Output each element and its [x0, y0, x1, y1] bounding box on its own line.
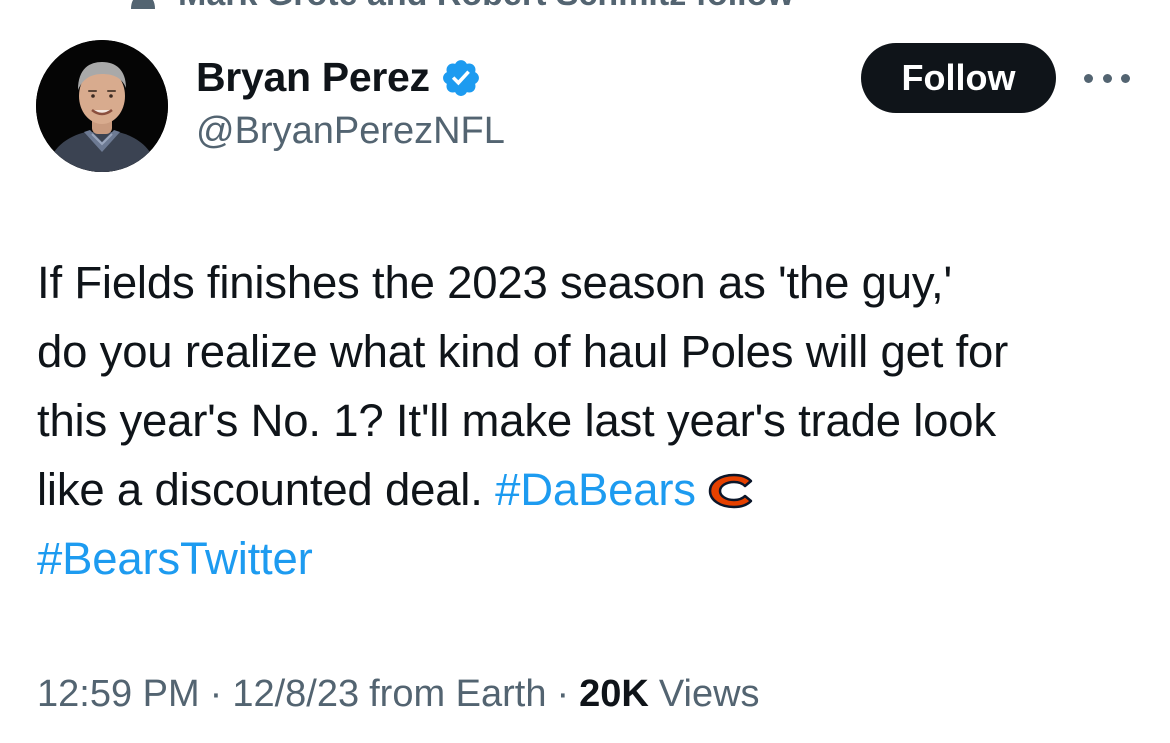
tweet-time[interactable]: 12:59 PM: [37, 673, 200, 716]
author-name-row[interactable]: Bryan Perez: [196, 54, 482, 101]
meta-separator: ·: [556, 673, 570, 715]
social-context-text: Mark Grote and Robert Schmitz follow: [178, 0, 794, 14]
tweet-line-1: If Fields finishes the 2023 season as 't…: [37, 257, 952, 308]
chicago-bears-logo-icon: [708, 473, 753, 509]
social-context[interactable]: Mark Grote and Robert Schmitz follow: [130, 0, 794, 13]
tweet-line-3: this year's No. 1? It'll make last year'…: [37, 395, 996, 446]
person-icon: [131, 0, 155, 9]
avatar[interactable]: [36, 40, 168, 172]
tweet-text: If Fields finishes the 2023 season as 't…: [37, 248, 1147, 593]
more-options-icon[interactable]: [1084, 66, 1130, 90]
verified-badge-icon[interactable]: [440, 57, 482, 99]
views-count[interactable]: 20K: [579, 673, 649, 716]
tweet-source: from Earth: [369, 673, 547, 715]
follow-button[interactable]: Follow: [861, 43, 1056, 113]
tweet-line-4: like a discounted deal. #DaBears: [37, 455, 1147, 524]
tweet-line-5: #BearsTwitter: [37, 524, 1147, 593]
tweet-date[interactable]: 12/8/23: [232, 673, 359, 716]
author-name[interactable]: Bryan Perez: [196, 54, 430, 101]
author-handle[interactable]: @BryanPerezNFL: [196, 110, 505, 153]
tweet-meta: 12:59 PM · 12/8/23 from Earth · 20K View…: [37, 673, 760, 716]
views-label[interactable]: Views: [659, 673, 760, 716]
hashtag-dabears-link[interactable]: #DaBears: [495, 464, 696, 515]
tweet-line-4-text: like a discounted deal.: [37, 464, 496, 515]
meta-separator: ·: [209, 673, 223, 715]
hashtag-bearstwitter-link[interactable]: #BearsTwitter: [37, 533, 313, 584]
tweet-line-2: do you realize what kind of haul Poles w…: [37, 326, 1009, 377]
